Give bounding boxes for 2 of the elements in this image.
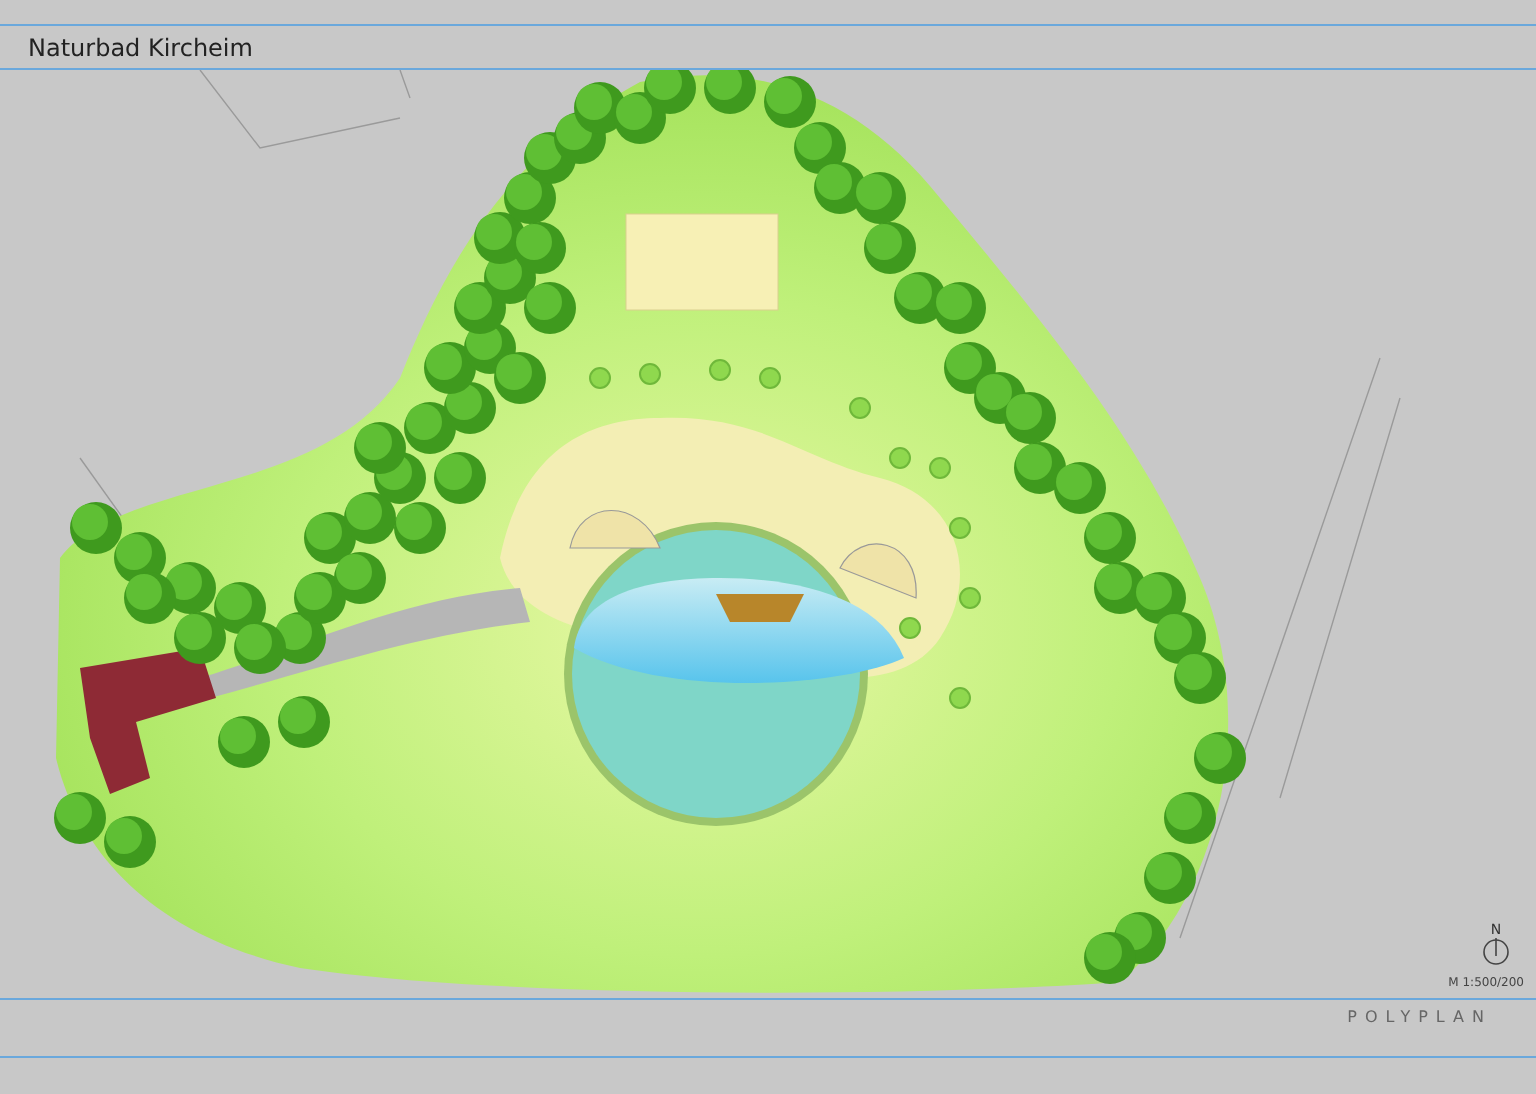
plan-title: Naturbad Kircheim [28, 33, 253, 61]
company-logo: POLYPLAN [1347, 1008, 1492, 1026]
